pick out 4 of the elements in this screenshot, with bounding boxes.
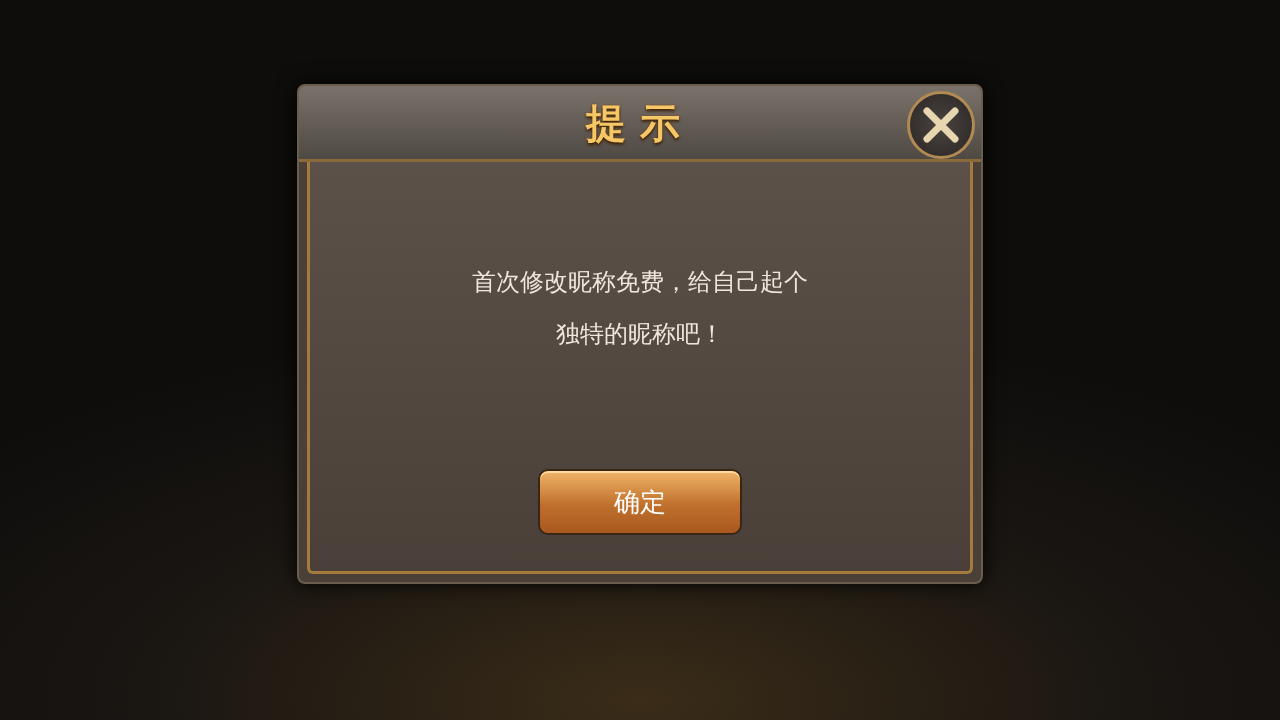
message-text: 首次修改昵称免费，给自己起个独特的昵称吧！ bbox=[471, 267, 809, 350]
close-icon bbox=[921, 105, 961, 145]
confirm-button[interactable]: 确定 bbox=[538, 469, 742, 535]
dialog-title: 提示 bbox=[586, 98, 694, 148]
